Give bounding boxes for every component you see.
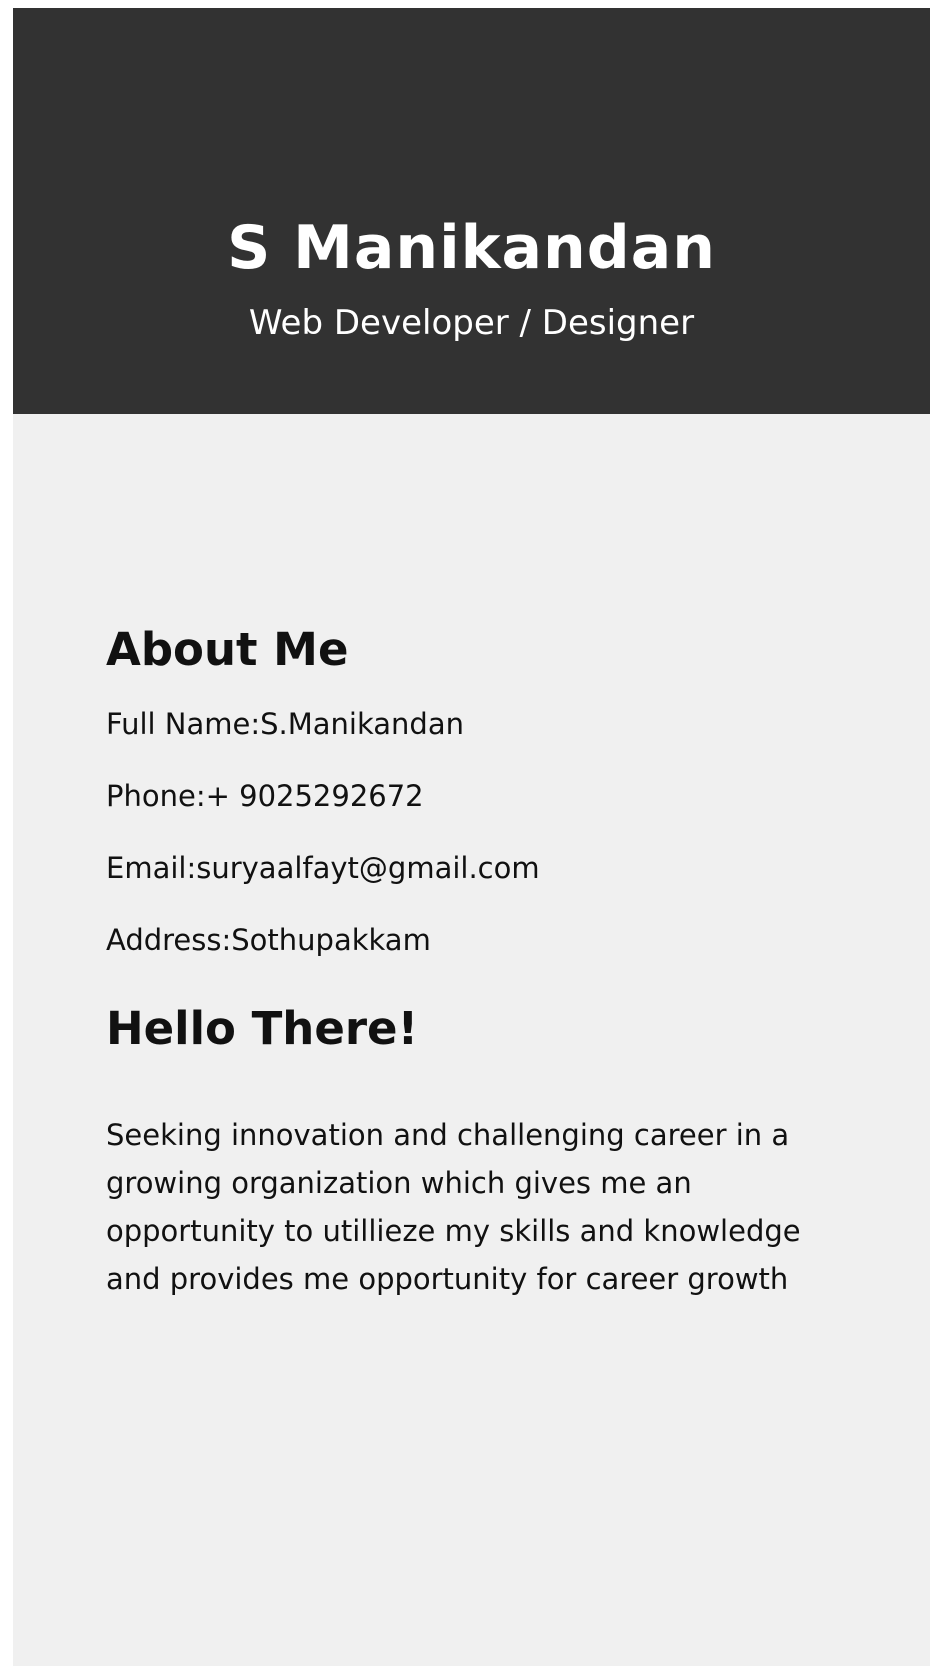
full-name-row: Full Name:S.Manikandan bbox=[106, 707, 464, 741]
profile-name: S Manikandan bbox=[227, 213, 716, 283]
email-row: Email:suryaalfayt@gmail.com bbox=[106, 851, 540, 885]
hello-section: Hello There! Seeking innovation and chal… bbox=[106, 1006, 870, 1303]
profile-content: About Me Full Name:S.Manikandan Phone:+ … bbox=[13, 627, 930, 1303]
profile-card: S Manikandan Web Developer / Designer Ab… bbox=[13, 8, 930, 1666]
phone-row: Phone:+ 9025292672 bbox=[106, 779, 424, 813]
about-info-list: Full Name:S.Manikandan Phone:+ 902529267… bbox=[106, 710, 870, 998]
page: S Manikandan Web Developer / Designer Ab… bbox=[0, 0, 930, 1666]
hello-title: Hello There! bbox=[106, 1002, 419, 1055]
profile-header: S Manikandan Web Developer / Designer bbox=[13, 8, 930, 414]
about-title: About Me bbox=[106, 623, 349, 676]
about-section: About Me Full Name:S.Manikandan Phone:+ … bbox=[106, 627, 870, 998]
profile-role: Web Developer / Designer bbox=[248, 303, 695, 343]
address-row: Address:Sothupakkam bbox=[106, 923, 431, 957]
bio-text: Seeking innovation and challenging caree… bbox=[106, 1118, 801, 1296]
